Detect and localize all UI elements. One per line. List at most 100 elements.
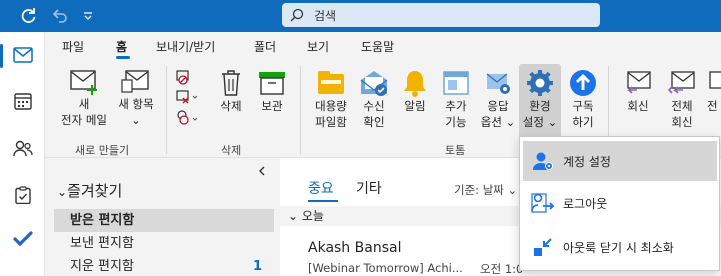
tab-home-underline (116, 56, 130, 59)
tab-view[interactable]: 보기 (307, 38, 329, 55)
menu-item-account-settings[interactable]: 계정 설정 (523, 141, 717, 181)
ribbon-separator (166, 66, 167, 154)
menu-item-label: 계정 설정 (563, 154, 611, 169)
delete-button[interactable]: 삭제 (211, 68, 251, 114)
people-icon (12, 140, 33, 157)
group-label-tags: 토톰 (445, 144, 466, 157)
reply-icon (627, 71, 651, 94)
tab-other[interactable]: 기타 (356, 178, 382, 198)
reply-label: 회신 (627, 99, 649, 113)
search-box[interactable]: 검색 (282, 3, 600, 27)
add-feature-icon (443, 71, 469, 95)
read-receipt-label-1: 수신 (363, 99, 385, 113)
favorites-label: 즐겨찾기 (67, 182, 123, 200)
tab-send-receive[interactable]: 보내기/받기 (156, 38, 215, 55)
reply-options-icon (486, 73, 510, 94)
reply-all-label-2: 회신 (671, 115, 693, 129)
folder-item-deleted[interactable]: 지운 편지함 1 (54, 255, 274, 276)
folder-pane: ⌄즐겨찾기 받은 편지함 보낸 편지함 지운 편지함 1 (45, 158, 280, 276)
calendar-app-button[interactable] (0, 82, 45, 120)
read-receipt-label-2: 확인 (363, 115, 385, 129)
large-file-button[interactable]: 대용량 파일함 (309, 68, 353, 130)
account-settings-icon (533, 152, 553, 170)
folder-box-icon (318, 71, 344, 94)
menu-item-label: 로그아웃 (563, 196, 608, 211)
alarm-button[interactable]: 알림 (397, 68, 433, 114)
reply-button[interactable]: 회신 (617, 68, 659, 114)
tab-home[interactable]: 홈 (116, 38, 127, 55)
favorites-header[interactable]: ⌄즐겨찾기 (57, 180, 122, 201)
new-items-chevron: ⌄ (131, 113, 141, 127)
menu-item-logout[interactable]: 로그아웃 (523, 183, 717, 223)
mail-app-button[interactable] (0, 36, 45, 74)
folder-label: 보낸 편지함 (70, 236, 134, 251)
ribbon-tabs: 파일 홈 보내기/받기 폴더 보기 도움말 (45, 32, 721, 60)
calendar-icon (13, 93, 32, 110)
search-icon (290, 8, 304, 22)
mail-icon (12, 47, 33, 63)
new-items-icon (121, 70, 149, 93)
group-label-new: 새로 만들기 (75, 144, 130, 157)
junk-icon[interactable] (173, 108, 201, 128)
active-indicator (0, 44, 3, 68)
reply-all-button[interactable]: 전체 회신 (661, 68, 703, 130)
subscribe-label-2: 하기 (572, 115, 594, 129)
clipboard-icon (14, 186, 31, 204)
tab-file[interactable]: 파일 (62, 38, 84, 55)
message-sender: Akash Bansal (308, 240, 402, 256)
tasks-app-button[interactable] (0, 176, 45, 214)
folder-label: 받은 편지함 (70, 213, 135, 228)
cleanup-icon[interactable] (173, 88, 201, 108)
people-app-button[interactable] (0, 130, 45, 168)
reply-all-label-1: 전체 (671, 99, 693, 113)
subscribe-arrow-icon (570, 70, 596, 96)
sort-by-date-dropdown[interactable]: 기준: 날짜 ⌄ (454, 182, 517, 198)
new-mail-label-2: 전자 메일 (61, 113, 107, 127)
alarm-label: 알림 (404, 99, 426, 113)
reply-options-button[interactable]: 응답 옵션 ⌄ (477, 68, 519, 130)
add-feature-label-1: 추가 (445, 99, 467, 113)
folder-item-sent[interactable]: 보낸 편지함 (54, 232, 274, 255)
delete-small-buttons (173, 68, 203, 128)
chevron-down-icon: ⌄ (57, 185, 68, 199)
tab-help[interactable]: 도움말 (361, 38, 394, 55)
read-receipt-button[interactable]: 수신 확인 (355, 68, 393, 130)
settings-label-2: 설정 ⌄ (522, 115, 558, 129)
gear-icon (527, 70, 553, 96)
forward-icon (709, 71, 721, 89)
ignore-icon[interactable] (173, 68, 201, 88)
todo-check-icon (12, 231, 33, 247)
settings-dropdown-menu: 계정 설정 로그아웃 아웃룩 닫기 시 최소화 (519, 136, 720, 271)
group-label: 오늘 (301, 209, 324, 223)
trash-icon (222, 70, 240, 96)
bell-icon (404, 71, 426, 97)
quick-access-dropdown-icon[interactable] (78, 6, 98, 26)
group-label-delete: 삭제 (221, 144, 242, 157)
reply-options-label-1: 응답 (487, 99, 509, 113)
tab-folder[interactable]: 폴더 (254, 38, 276, 55)
reply-options-label-2: 옵션 ⌄ (480, 115, 516, 129)
undo-icon[interactable] (50, 6, 70, 26)
menu-item-minimize-on-close[interactable]: 아웃룩 닫기 시 최소화 (523, 227, 717, 267)
ribbon-separator (300, 66, 301, 154)
new-mail-label-1: 새 (78, 97, 90, 111)
large-file-label-1: 대용량 (315, 99, 347, 113)
todo-app-button[interactable] (0, 220, 45, 258)
search-label: 검색 (314, 8, 337, 23)
new-items-button[interactable]: 새 항목 ⌄ (113, 68, 159, 128)
settings-button[interactable]: 환경 설정 ⌄ (519, 68, 561, 130)
forward-button[interactable]: 전 (707, 68, 721, 114)
read-receipt-icon (360, 71, 388, 96)
subscribe-button[interactable]: 구독 하기 (563, 68, 603, 130)
new-mail-button[interactable]: 새 전자 메일 (55, 68, 113, 128)
message-subject: [Webinar Tomorrow] Achi... (308, 261, 463, 275)
new-items-label: 새 항목 (118, 97, 154, 111)
archive-button[interactable]: 보관 (252, 68, 292, 114)
sync-icon[interactable] (18, 6, 38, 26)
subscribe-label-1: 구독 (572, 99, 594, 113)
tab-focused[interactable]: 중요 (308, 178, 334, 198)
menu-item-label: 아웃룩 닫기 시 최소화 (563, 240, 674, 255)
collapse-pane-icon[interactable] (257, 166, 267, 176)
folder-item-inbox[interactable]: 받은 편지함 (54, 209, 274, 232)
add-feature-button[interactable]: 추가 기능 (437, 68, 475, 130)
